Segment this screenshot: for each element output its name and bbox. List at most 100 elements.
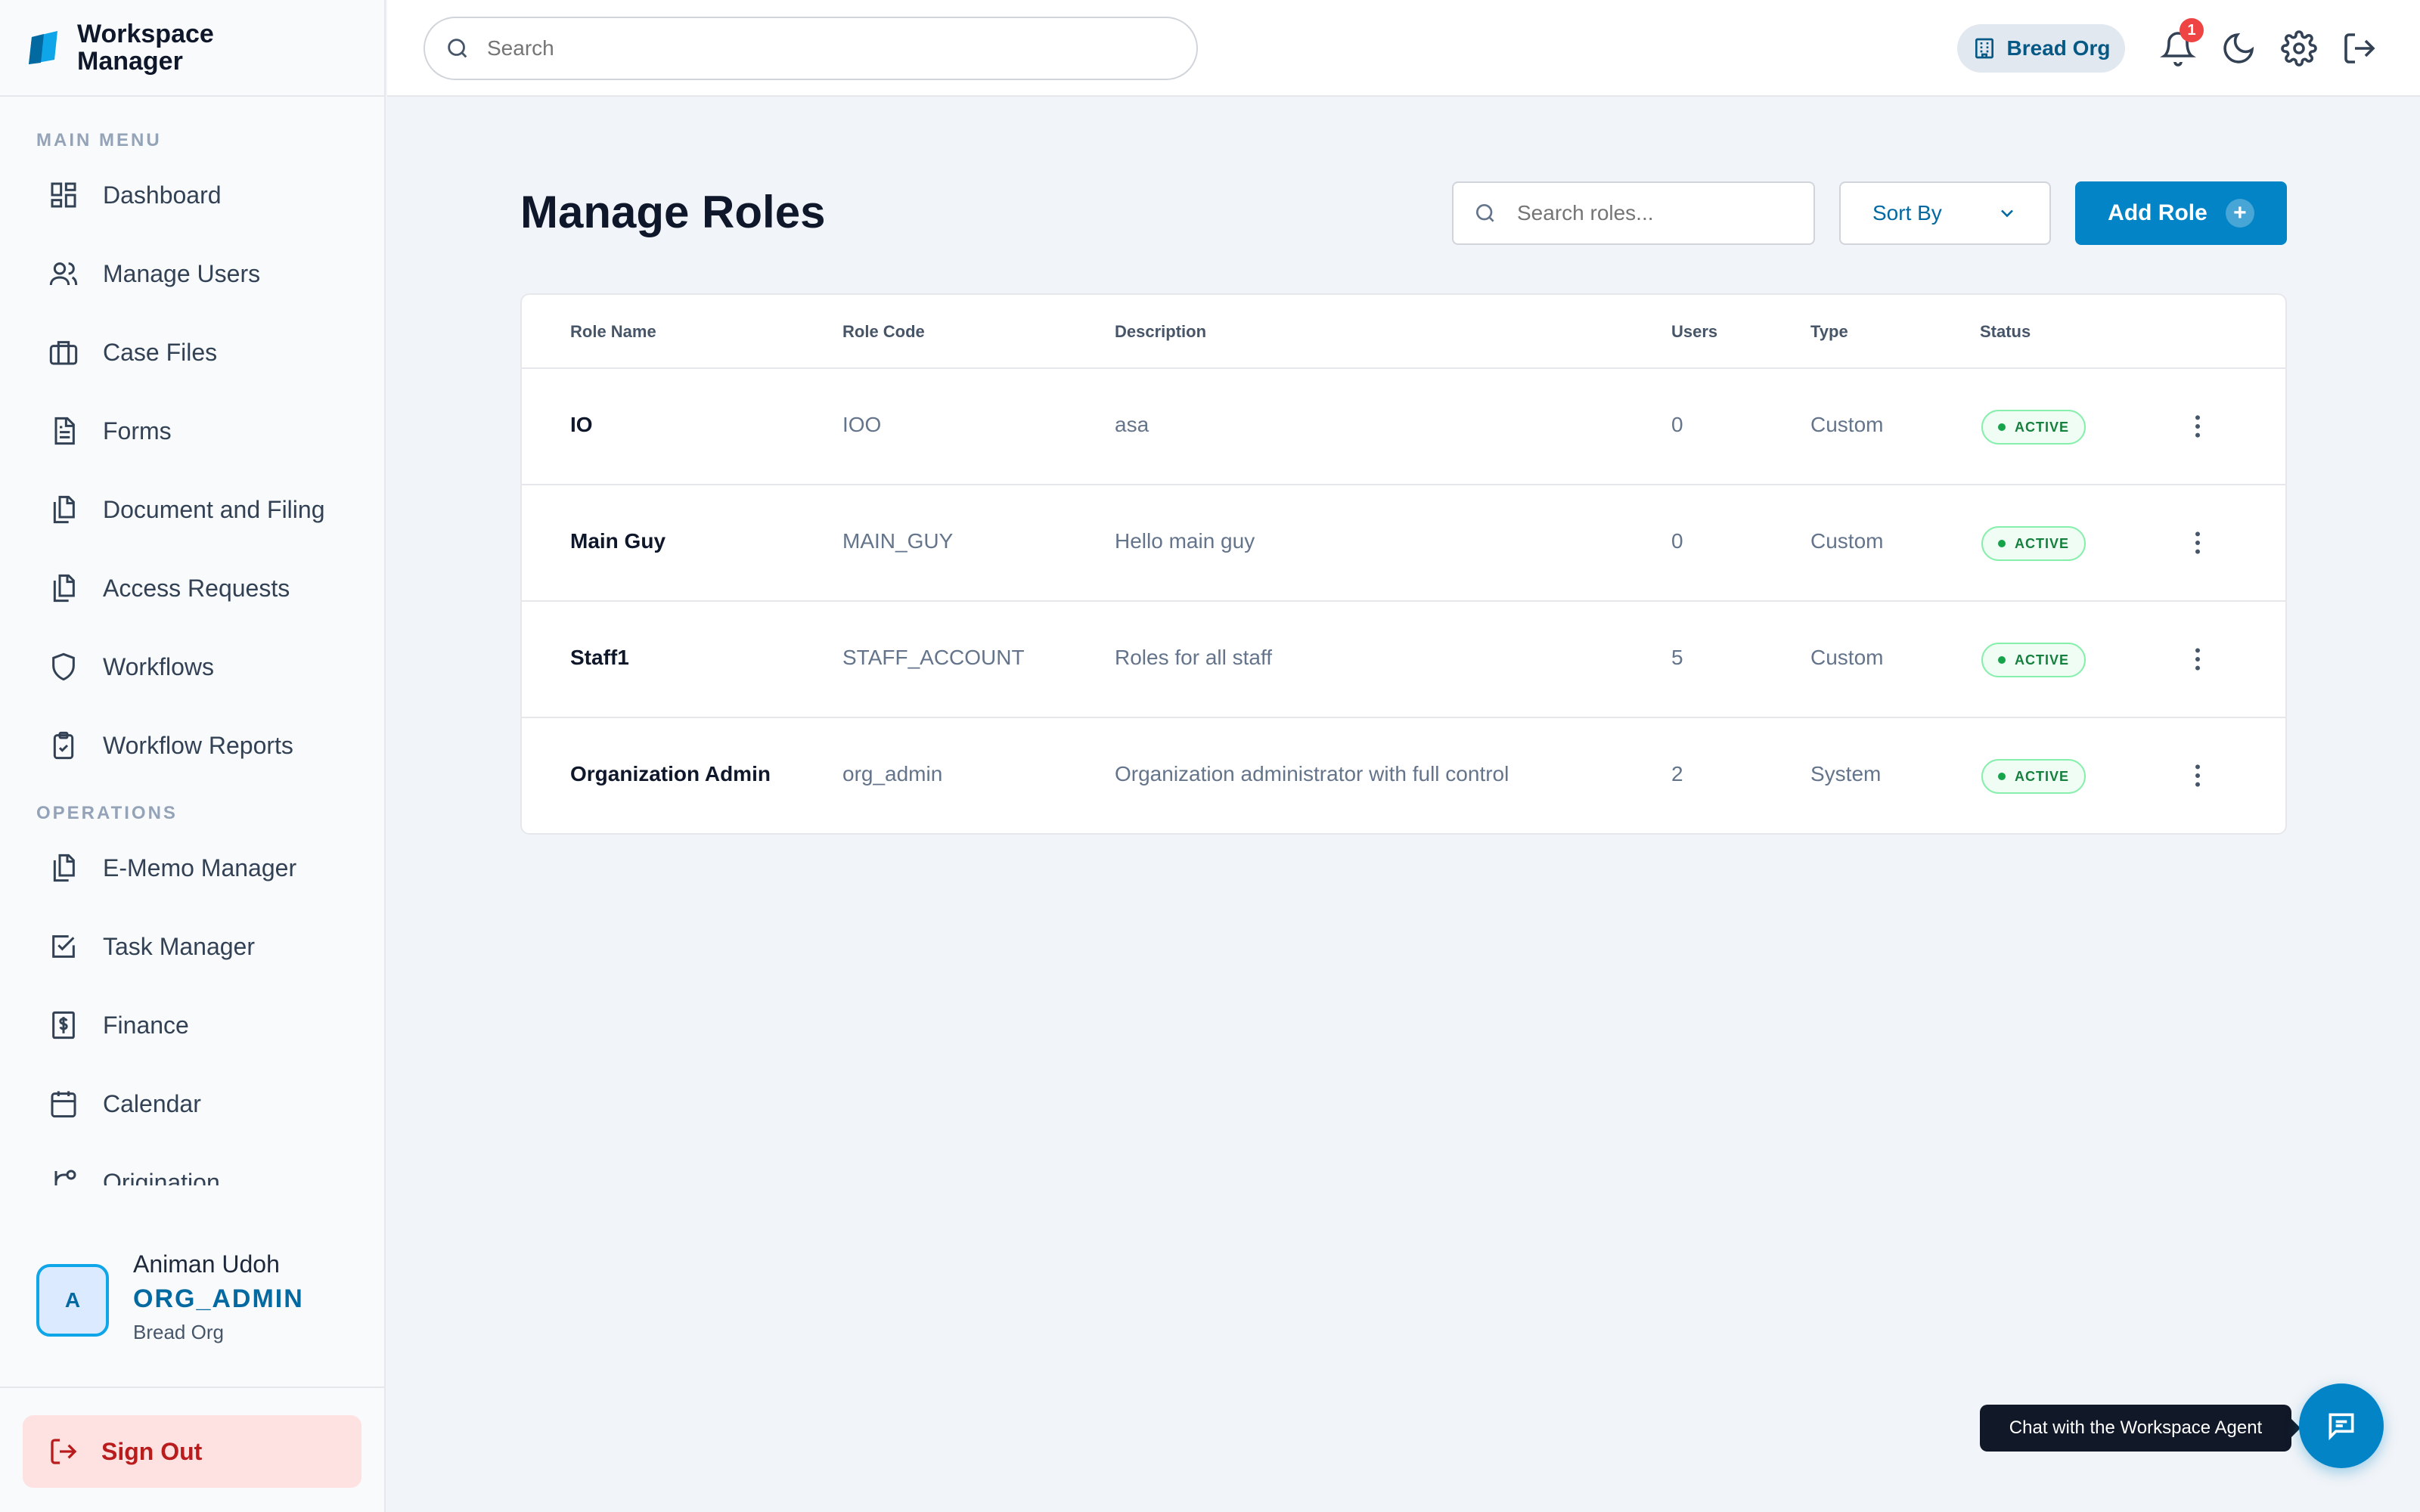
role-name: Organization Admin [570,762,771,785]
column-header-users: Users [1671,322,1718,341]
status-badge: ACTIVE [1981,643,2086,677]
sidebar-nav: MAIN MENU Dashboard Manage Users Case Fi… [0,97,384,1185]
chevron-down-icon [2001,209,2013,218]
chat-icon [2328,1413,2354,1441]
sign-out-label: Sign Out [101,1437,203,1465]
files-icon [53,574,75,603]
user-card[interactable]: A Animan Udoh ORG_ADMIN Bread Org [36,1247,304,1347]
org-label: Bread Org [2006,36,2111,60]
role-code: STAFF_ACCOUNT [842,646,1025,669]
section-label-main-menu: MAIN MENU [36,130,162,150]
status-badge: ACTIVE [1981,410,2086,445]
user-name: Animan Udoh [133,1250,280,1278]
sidebar-item-workflows[interactable]: Workflows [0,627,384,706]
logout-icon[interactable] [2341,30,2378,67]
sidebar-item-calendar[interactable]: Calendar [0,1064,384,1143]
checkbox-icon [52,935,75,958]
sidebar-item-forms[interactable]: Forms [0,392,384,470]
sidebar-item-access-requests[interactable]: Access Requests [0,549,384,627]
notification-badge: 1 [2180,18,2204,42]
table-row[interactable]: IO IOO asa 0 Custom ACTIVE [522,369,2285,485]
more-vertical-icon[interactable] [2183,411,2213,442]
sidebar-item-label: E-Memo Manager [103,854,297,881]
sidebar-item-label: Document and Filing [103,495,325,523]
gear-icon[interactable] [2281,30,2317,67]
clipboard-check-icon [53,731,74,760]
users-icon [49,262,78,286]
sidebar-item-label: Origination [103,1168,220,1186]
table-row[interactable]: Organization Admin org_admin Organizatio… [522,718,2285,833]
role-code: IOO [842,413,882,436]
plus-icon: + [2225,199,2254,228]
table-row[interactable]: Main Guy MAIN_GUY Hello main guy 0 Custo… [522,485,2285,602]
sidebar-item-label: Workflow Reports [103,731,293,759]
git-branch-icon [54,1170,76,1185]
logo-icon [29,31,57,64]
sidebar: Workspace Manager MAIN MENU Dashboard Ma… [0,0,386,1512]
table-header: Role Name Role Code Description Users Ty… [522,295,2285,369]
sidebar-item-label: Manage Users [103,259,261,287]
sidebar-item-workflow-reports[interactable]: Workflow Reports [0,706,384,785]
column-header-role-name: Role Name [570,322,656,341]
sidebar-item-origination[interactable]: Origination [0,1143,384,1185]
moon-icon[interactable] [2220,30,2257,67]
status-dot-icon [1997,656,2006,664]
status-dot-icon [1997,773,2006,780]
roles-search[interactable] [1452,181,1815,245]
add-role-label: Add Role [2108,200,2207,225]
role-description: Organization administrator with full con… [1115,762,1509,785]
sidebar-item-manage-users[interactable]: Manage Users [0,234,384,313]
role-description: Hello main guy [1115,529,1255,553]
role-users: 0 [1671,529,1683,553]
global-search-input[interactable] [487,36,1168,60]
status-dot-icon [1997,540,2006,547]
org-switcher[interactable]: Bread Org [1957,24,2125,73]
role-description: Roles for all staff [1115,646,1273,669]
sidebar-item-finance[interactable]: Finance [0,986,384,1064]
sort-by-dropdown[interactable]: Sort By [1839,181,2051,245]
role-type: System [1810,762,1882,785]
sidebar-item-case-files[interactable]: Case Files [0,313,384,392]
sidebar-item-label: Calendar [103,1089,201,1117]
roles-search-input[interactable] [1517,201,1804,225]
add-role-button[interactable]: Add Role + [2075,181,2287,245]
chat-agent-button[interactable] [2299,1383,2384,1468]
sidebar-item-e-memo-manager[interactable]: E-Memo Manager [0,829,384,907]
status-label: ACTIVE [2014,419,2069,435]
sign-out-button[interactable]: Sign Out [23,1415,361,1488]
table-row[interactable]: Staff1 STAFF_ACCOUNT Roles for all staff… [522,602,2285,718]
sort-by-label: Sort By [1872,201,1942,225]
status-label: ACTIVE [2014,652,2069,668]
sidebar-item-label: Task Manager [103,932,255,960]
status-label: ACTIVE [2014,768,2069,784]
briefcase-icon [49,341,78,365]
status-dot-icon [1997,423,2006,431]
building-icon [1975,38,1993,59]
global-search[interactable] [424,17,1198,80]
shield-icon [52,652,75,681]
role-name: Main Guy [570,529,666,553]
dollar-icon [52,1011,75,1040]
sidebar-item-label: Forms [103,417,172,445]
sidebar-item-label: Finance [103,1011,189,1039]
sidebar-item-label: Case Files [103,338,218,366]
column-header-role-code: Role Code [842,322,925,341]
more-vertical-icon[interactable] [2183,528,2213,558]
role-type: Custom [1810,413,1884,436]
page-title: Manage Roles [520,187,826,237]
role-users: 2 [1671,762,1683,785]
role-users: 5 [1671,646,1683,669]
user-info: Animan Udoh ORG_ADMIN Bread Org [133,1247,304,1347]
avatar: A [36,1264,109,1337]
user-org: Bread Org [133,1321,224,1343]
sidebar-item-label: Workflows [103,652,214,680]
sidebar-item-dashboard[interactable]: Dashboard [0,156,384,234]
sidebar-item-task-manager[interactable]: Task Manager [0,907,384,986]
more-vertical-icon[interactable] [2183,761,2213,791]
brand[interactable]: Workspace Manager [0,0,384,97]
more-vertical-icon[interactable] [2183,644,2213,674]
sidebar-item-document-and-filing[interactable]: Document and Filing [0,470,384,549]
roles-table: Role Name Role Code Description Users Ty… [520,293,2287,835]
chat-tooltip: Chat with the Workspace Agent [1980,1405,2301,1452]
search-icon [1476,204,1494,222]
